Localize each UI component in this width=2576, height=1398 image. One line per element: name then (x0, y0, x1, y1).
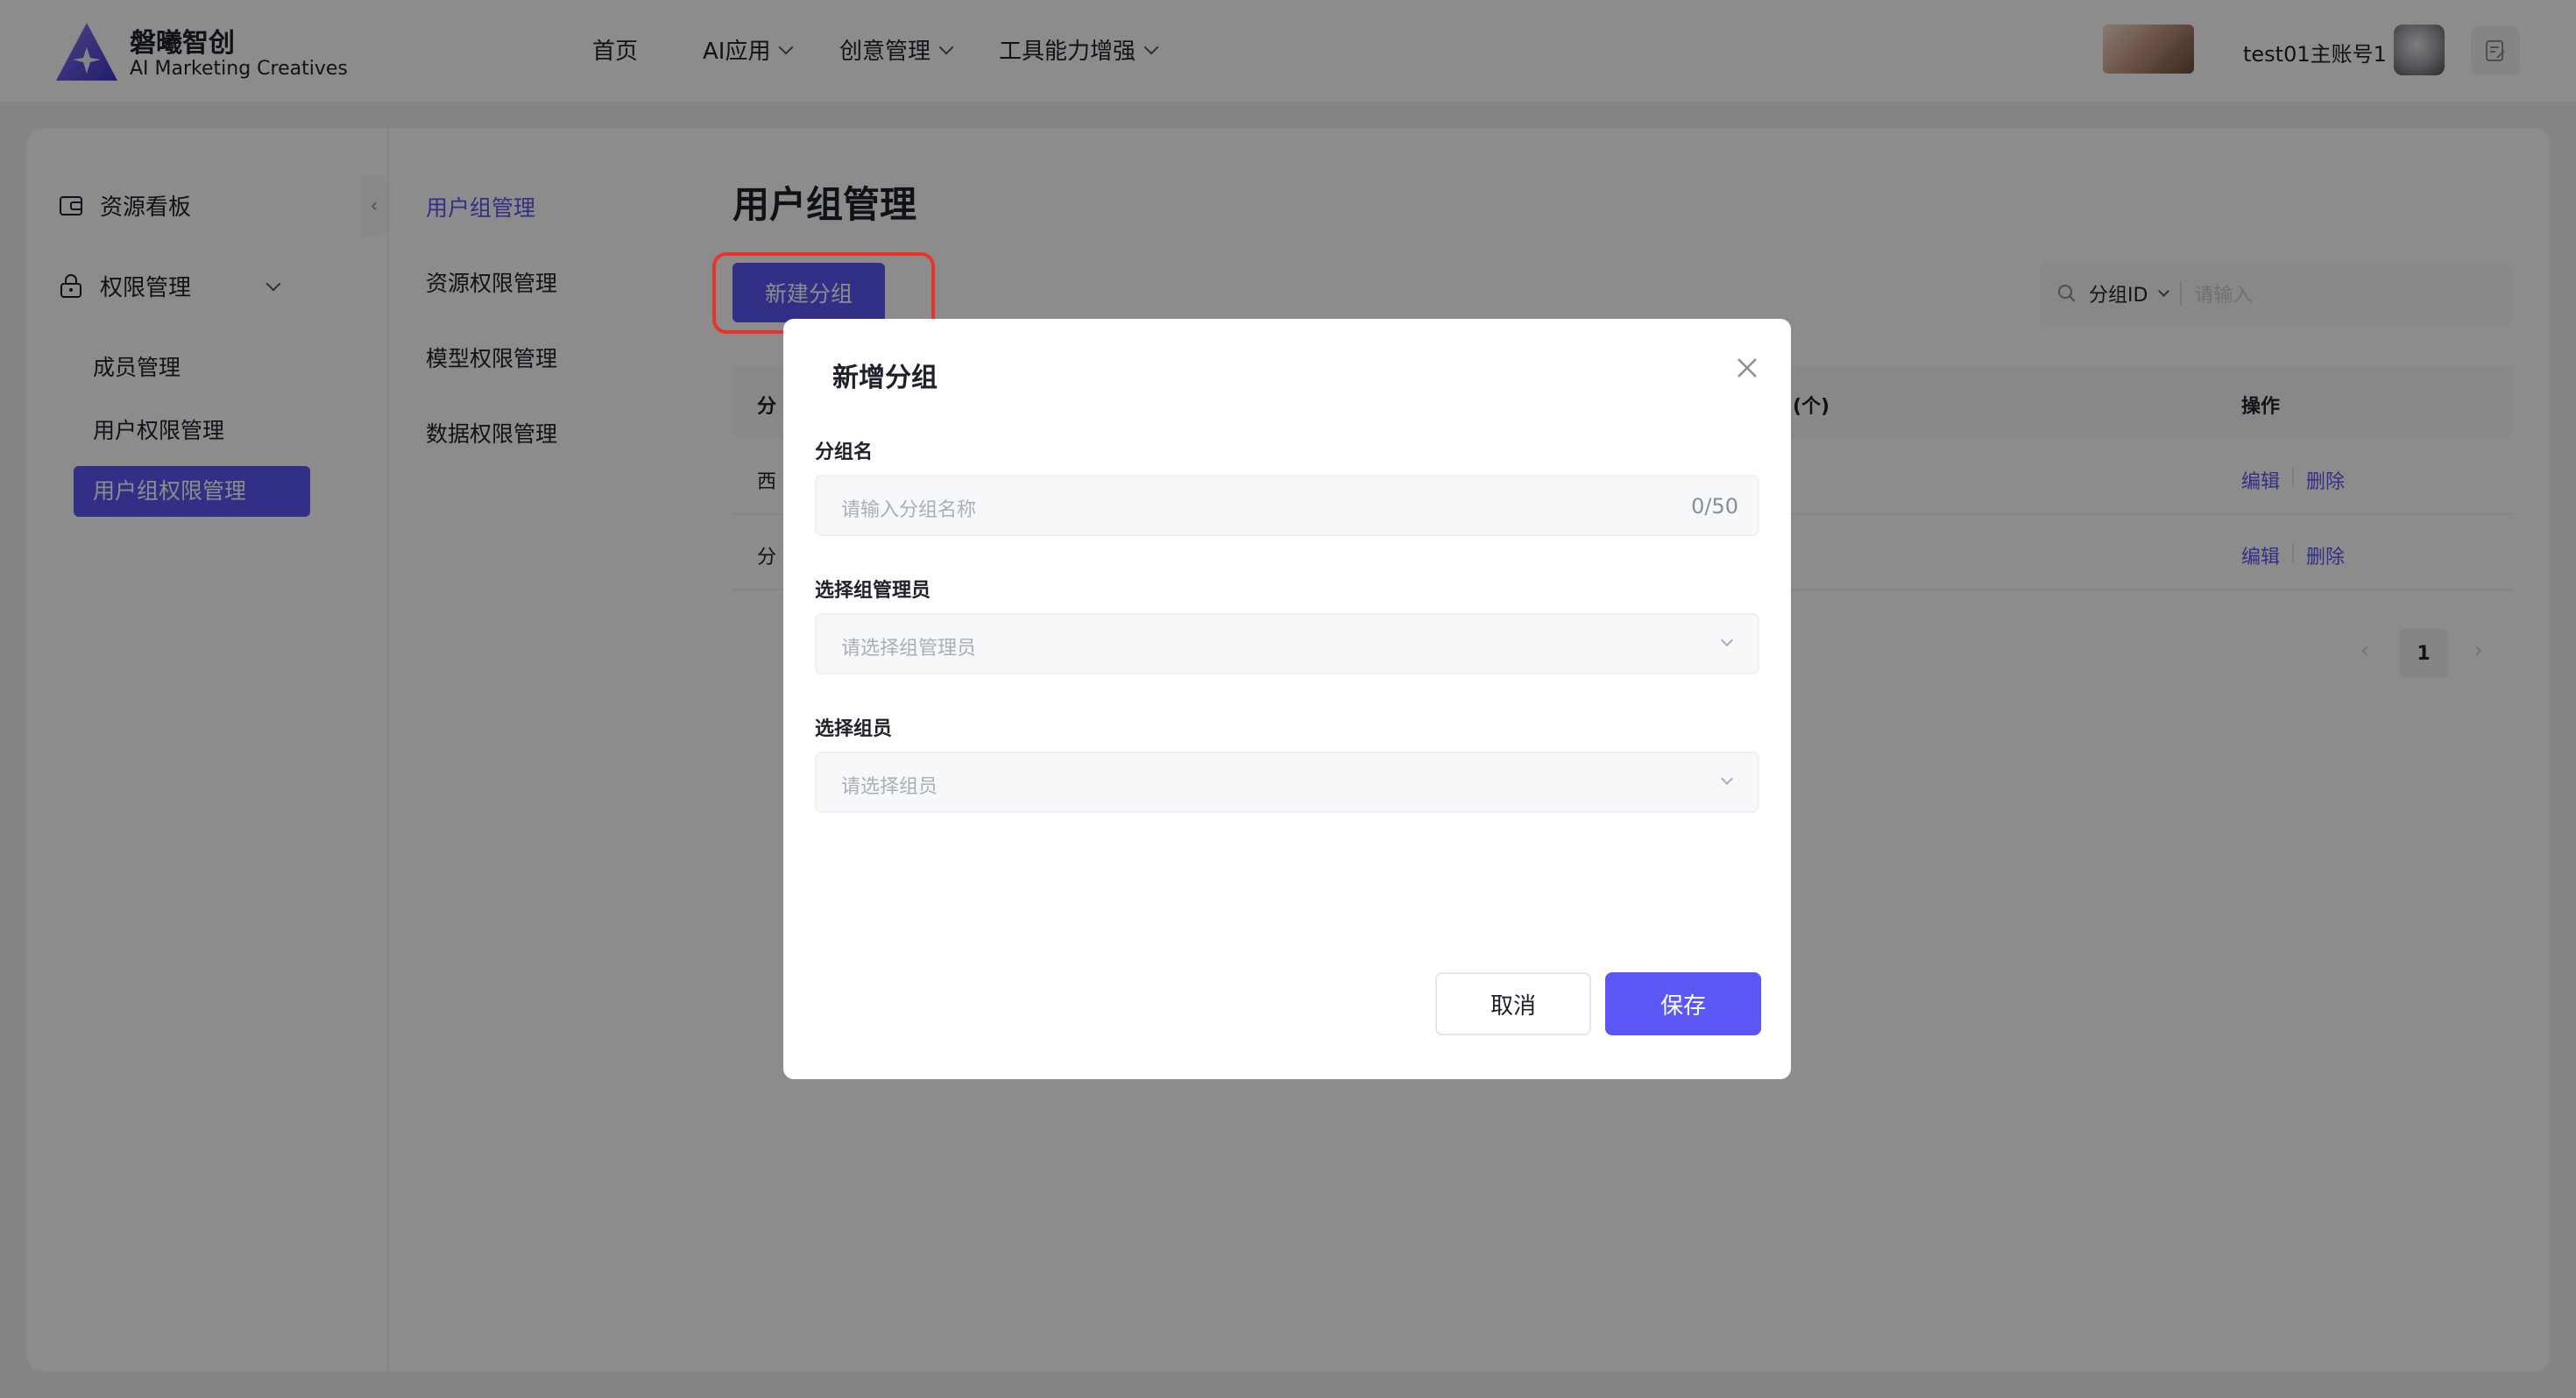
chevron-down-icon (1720, 633, 1734, 647)
app-root: 磐曦智创 AI Marketing Creatives 首页 AI应用 创意管理… (0, 0, 2576, 1398)
char-counter: 0/50 (1691, 494, 1738, 519)
group-members-placeholder: 请选择组员 (841, 776, 938, 798)
group-name-label: 分组名 (815, 441, 874, 463)
save-button[interactable]: 保存 (1605, 972, 1761, 1035)
group-name-input[interactable]: 请输入分组名称 0/50 (815, 475, 1759, 536)
group-admin-select[interactable]: 请选择组管理员 (815, 613, 1759, 674)
new-group-dialog: 新增分组 分组名 请输入分组名称 0/50 选择组管理员 请选择组管理员 选择组… (783, 319, 1791, 1079)
group-admin-label: 选择组管理员 (815, 580, 931, 602)
group-members-label: 选择组员 (815, 718, 893, 740)
dialog-title: 新增分组 (832, 363, 938, 393)
group-admin-placeholder: 请选择组管理员 (841, 638, 977, 660)
close-icon[interactable] (1733, 354, 1761, 382)
group-members-select[interactable]: 请选择组员 (815, 752, 1759, 813)
group-name-placeholder: 请输入分组名称 (841, 499, 977, 521)
chevron-down-icon (1720, 772, 1734, 786)
cancel-button[interactable]: 取消 (1435, 972, 1591, 1035)
